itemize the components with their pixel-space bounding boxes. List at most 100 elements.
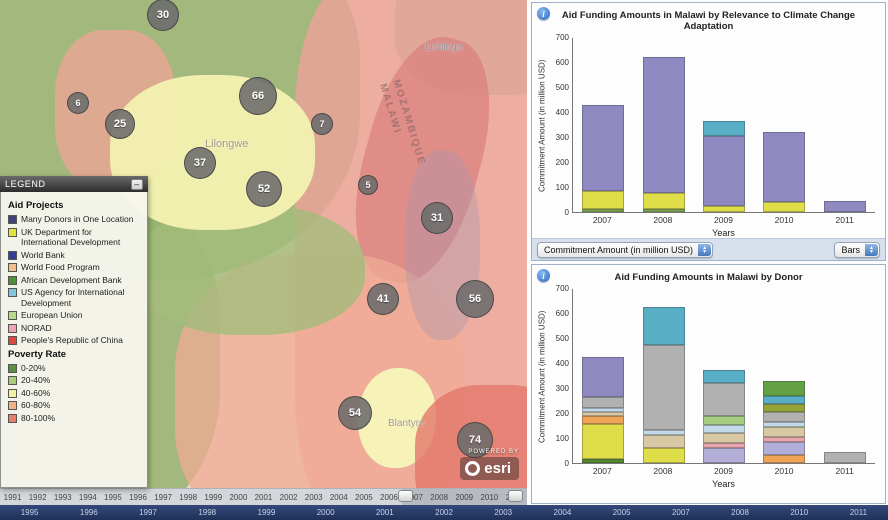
timeline-year-2002[interactable]: 2002: [276, 489, 301, 505]
legend-swatch: [8, 263, 17, 272]
cluster-marker-66[interactable]: 66: [239, 77, 277, 115]
cluster-marker-7[interactable]: 7: [311, 113, 333, 135]
stacked-bar-2010: [763, 381, 805, 463]
timeline-year-2001[interactable]: 2001: [251, 489, 276, 505]
chart-body: Commitment Amount (in million USD) 70060…: [532, 38, 885, 238]
cluster-marker-30[interactable]: 30: [147, 0, 179, 31]
legend-body: Aid ProjectsMany Donors in One LocationU…: [0, 192, 148, 488]
bottom-year-bar[interactable]: 1995199619971998199920002001200220032004…: [0, 505, 888, 520]
legend-item: NORAD: [8, 323, 140, 334]
bottom-year-1995: 1995: [0, 508, 59, 517]
info-icon[interactable]: i: [537, 269, 550, 282]
timeline-year-2010[interactable]: 2010: [477, 489, 502, 505]
esri-attribution: POWERED BY esri: [460, 449, 519, 480]
bottom-year-2005: 2005: [592, 508, 651, 517]
timeline-year-1997[interactable]: 1997: [151, 489, 176, 505]
timeline-year-1996[interactable]: 1996: [125, 489, 150, 505]
timeline-year-2009[interactable]: 2009: [452, 489, 477, 505]
timeline-year-2000[interactable]: 2000: [226, 489, 251, 505]
y-tick: 200: [556, 159, 569, 167]
legend-item-label: People's Republic of China: [21, 335, 123, 346]
y-tick: 200: [556, 410, 569, 418]
bar-segment-gray: [703, 383, 745, 416]
legend-panel: LEGEND – Aid ProjectsMany Donors in One …: [0, 176, 148, 488]
bar-segment-yellow: [582, 424, 624, 459]
x-axis-ticks: 20072008200920102011: [572, 466, 875, 476]
legend-swatch: [8, 251, 17, 260]
plot-column: 20072008200920102011 Years: [572, 289, 885, 489]
legend-item-label: NORAD: [21, 323, 52, 334]
time-slider[interactable]: 1991199219931994199519961997199819992000…: [0, 488, 527, 505]
cluster-marker-31[interactable]: 31: [421, 202, 453, 234]
cluster-marker-5[interactable]: 5: [358, 175, 378, 195]
x-tick-2007: 2007: [581, 215, 623, 225]
y-axis-label: Commitment Amount (in million USD): [536, 38, 548, 213]
legend-item-label: 60-80%: [21, 400, 50, 411]
bar-segment-tan: [763, 427, 805, 437]
timeline-year-1994[interactable]: 1994: [75, 489, 100, 505]
legend-header: LEGEND –: [0, 176, 148, 192]
cluster-marker-25[interactable]: 25: [105, 109, 135, 139]
legend-item: European Union: [8, 310, 140, 321]
bar-segment-teal: [643, 307, 685, 345]
timeline-year-1995[interactable]: 1995: [100, 489, 125, 505]
metric-dropdown[interactable]: Commitment Amount (in million USD) ▲ ▼: [537, 242, 713, 258]
timeline-year-1992[interactable]: 1992: [25, 489, 50, 505]
legend-minimize-button[interactable]: –: [131, 179, 143, 190]
timeline-year-1993[interactable]: 1993: [50, 489, 75, 505]
map-label-lichinga: Lichinga: [425, 42, 462, 53]
bar-segment-yellow: [643, 448, 685, 463]
legend-swatch: [8, 215, 17, 224]
bar-segment-lavender: [703, 448, 745, 463]
chart-body: Commitment Amount (in million USD) 70060…: [532, 289, 885, 489]
chart-title-climate: Aid Funding Amounts in Malawi by Relevan…: [532, 10, 885, 32]
bottom-year-2001: 2001: [355, 508, 414, 517]
cluster-marker-54[interactable]: 54: [338, 396, 372, 430]
legend-item-label: Many Donors in One Location: [21, 214, 133, 225]
esri-globe-icon: [465, 461, 480, 476]
cluster-marker-6[interactable]: 6: [67, 92, 89, 114]
bar-segment-green: [643, 209, 685, 212]
dropdown-stepper-icon: ▲ ▼: [865, 244, 878, 256]
chart-type-dropdown[interactable]: Bars ▲ ▼: [834, 242, 880, 258]
legend-item-label: 20-40%: [21, 375, 50, 386]
bar-segment-yellow: [763, 202, 805, 212]
timeline-year-2008[interactable]: 2008: [427, 489, 452, 505]
legend-swatch: [8, 389, 17, 398]
chart-controls: Commitment Amount (in million USD) ▲ ▼ B…: [532, 238, 885, 260]
timeline-year-2005[interactable]: 2005: [351, 489, 376, 505]
cluster-marker-56[interactable]: 56: [456, 280, 494, 318]
cluster-marker-41[interactable]: 41: [367, 283, 399, 315]
timeline-year-2003[interactable]: 2003: [301, 489, 326, 505]
info-icon[interactable]: i: [537, 7, 550, 20]
chart-title-donor: Aid Funding Amounts in Malawi by Donor: [532, 272, 885, 283]
timeline-year-2004[interactable]: 2004: [326, 489, 351, 505]
legend-item: 60-80%: [8, 400, 140, 411]
arrow-down-icon: ▼: [869, 250, 874, 254]
legend-title: LEGEND: [5, 179, 46, 189]
legend-swatch: [8, 288, 17, 297]
stacked-bar-2011: [824, 201, 866, 212]
cluster-marker-52[interactable]: 52: [246, 171, 282, 207]
bottom-year-2003: 2003: [474, 508, 533, 517]
time-slider-handle-right[interactable]: [508, 490, 523, 502]
bar-segment-gray: [643, 345, 685, 430]
bottom-year-2002: 2002: [414, 508, 473, 517]
cluster-marker-37[interactable]: 37: [184, 147, 216, 179]
bar-segment-lavender: [763, 442, 805, 455]
stacked-bar-2010: [763, 132, 805, 212]
x-tick-2009: 2009: [702, 215, 744, 225]
timeline-year-1999[interactable]: 1999: [201, 489, 226, 505]
bottom-year-2000: 2000: [296, 508, 355, 517]
esri-logo: esri: [460, 457, 519, 480]
y-tick: 500: [556, 84, 569, 92]
timeline-year-1991[interactable]: 1991: [0, 489, 25, 505]
timeline-year-1998[interactable]: 1998: [176, 489, 201, 505]
esri-logo-text: esri: [484, 460, 511, 477]
bar-segment-yellow: [703, 206, 745, 212]
bar-segment-gray: [582, 397, 624, 408]
time-slider-handle-left[interactable]: [398, 490, 413, 502]
y-tick: 300: [556, 385, 569, 393]
chart-panel-donor: i Aid Funding Amounts in Malawi by Donor…: [531, 264, 886, 504]
x-tick-2008: 2008: [642, 466, 684, 476]
